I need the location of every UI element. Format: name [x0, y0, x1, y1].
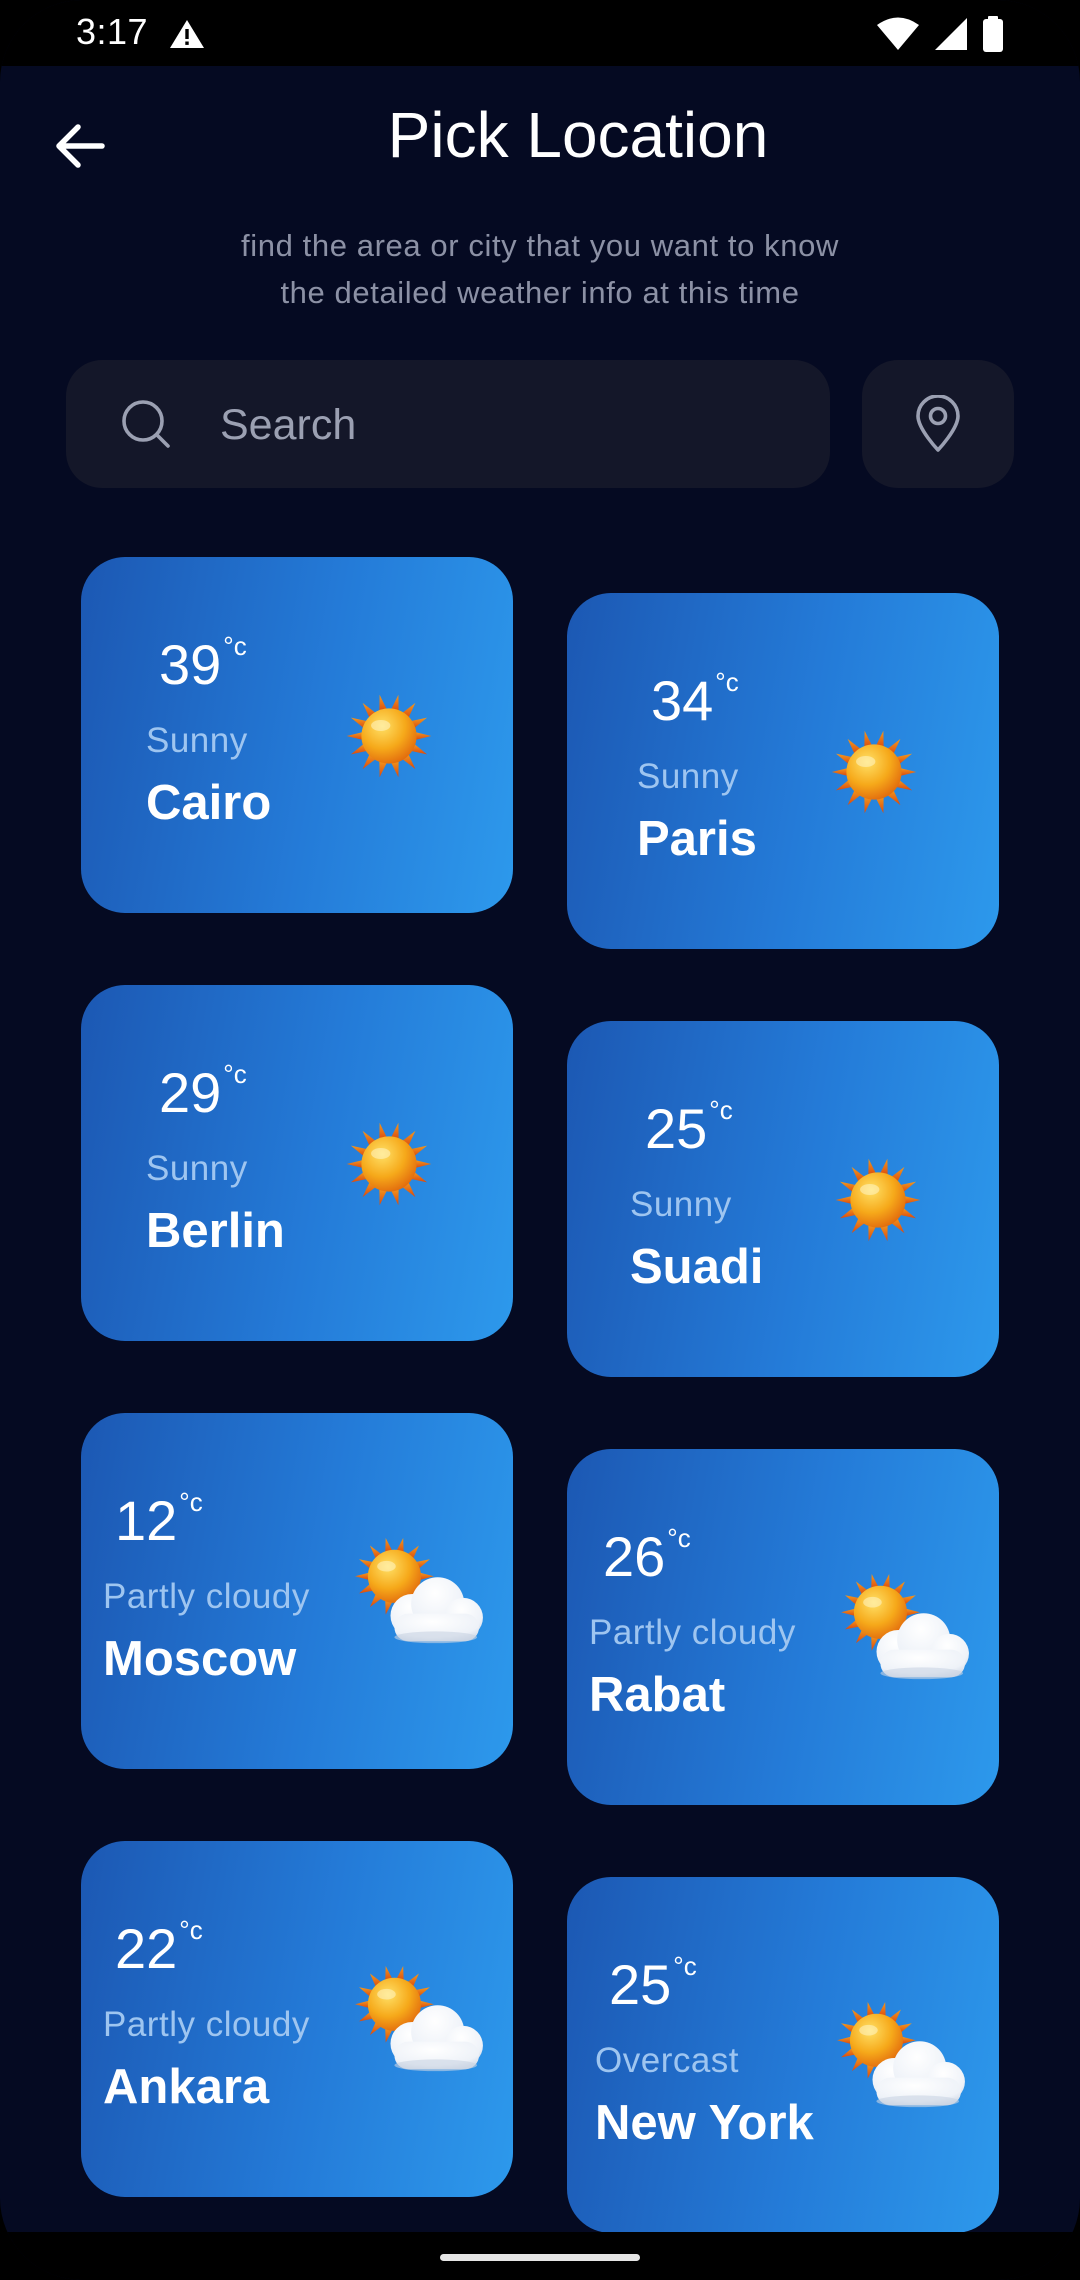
- location-card-ankara[interactable]: 22°c Partly cloudy Ankara: [81, 1841, 513, 2197]
- location-card-suadi[interactable]: 25°c Sunny Suadi: [567, 1021, 999, 1377]
- partly-cloudy-icon: [355, 1537, 483, 1644]
- card-condition: Sunny: [630, 1185, 732, 1224]
- app-screen: 3:17 Pick Location find the area or city…: [0, 0, 1080, 2280]
- location-pin-icon: [916, 395, 960, 452]
- card-temperature: 22°c: [115, 1915, 203, 1980]
- partly-cloudy-icon: [355, 1965, 483, 2072]
- location-card-rabat[interactable]: 26°c Partly cloudy Rabat: [567, 1449, 999, 1805]
- battery-icon: [983, 16, 1003, 52]
- page-subtitle: find the area or city that you want to k…: [160, 222, 920, 316]
- page-title: Pick Location: [387, 99, 769, 171]
- card-condition: Overcast: [595, 2041, 740, 2080]
- partly-cloudy-icon: [841, 1573, 969, 1680]
- signal-icon: [935, 18, 967, 50]
- card-city: Suadi: [630, 1240, 764, 1294]
- subtitle-line: find the area or city that you want to k…: [241, 228, 839, 263]
- card-temperature: 12°c: [115, 1487, 203, 1552]
- card-condition: Partly cloudy: [589, 1613, 796, 1652]
- card-city: New York: [595, 2096, 814, 2150]
- card-city: Paris: [637, 812, 757, 866]
- card-temperature: 25°c: [609, 1951, 697, 2016]
- wifi-icon: [877, 17, 919, 50]
- location-card-paris[interactable]: 34°c Sunny Paris: [567, 593, 999, 949]
- location-card-berlin[interactable]: 29°c Sunny Berlin: [81, 985, 513, 1341]
- card-temperature: 34°c: [651, 667, 739, 732]
- card-city: Rabat: [589, 1668, 726, 1722]
- card-temperature: 26°c: [603, 1523, 691, 1588]
- card-condition: Sunny: [637, 757, 739, 796]
- card-city: Berlin: [146, 1204, 285, 1258]
- search-bar[interactable]: [66, 360, 830, 488]
- back-button[interactable]: [44, 110, 116, 182]
- card-city: Cairo: [146, 776, 272, 830]
- location-card-cairo[interactable]: 39°c Sunny Cairo: [81, 557, 513, 913]
- sun-icon: [835, 1158, 921, 1242]
- search-icon: [122, 400, 170, 448]
- sun-icon: [831, 730, 917, 814]
- card-city: Moscow: [103, 1632, 297, 1686]
- location-card-moscow[interactable]: 12°c Partly cloudy Moscow: [81, 1413, 513, 1769]
- arrow-left-icon: [56, 124, 105, 168]
- search-input[interactable]: [218, 384, 782, 466]
- card-condition: Partly cloudy: [103, 2005, 310, 2044]
- partly-cloudy-icon: [837, 2001, 965, 2108]
- location-card-new-york[interactable]: 25°c Overcast New York: [567, 1877, 999, 2233]
- card-temperature: 39°c: [159, 631, 247, 696]
- subtitle-line: the detailed weather info at this time: [280, 275, 800, 310]
- sun-icon: [346, 1122, 432, 1206]
- sun-icon: [346, 694, 432, 778]
- alert-icon: [170, 20, 204, 48]
- status-bar: 3:17: [0, 0, 1080, 66]
- current-location-button[interactable]: [862, 360, 1014, 488]
- status-icons: [876, 16, 1004, 52]
- home-indicator[interactable]: [440, 2254, 640, 2261]
- card-condition: Sunny: [146, 1149, 248, 1188]
- card-condition: Sunny: [146, 721, 248, 760]
- card-temperature: 29°c: [159, 1059, 247, 1124]
- status-time: 3:17: [76, 11, 149, 52]
- card-city: Ankara: [103, 2060, 270, 2114]
- card-temperature: 25°c: [645, 1095, 733, 1160]
- card-condition: Partly cloudy: [103, 1577, 310, 1616]
